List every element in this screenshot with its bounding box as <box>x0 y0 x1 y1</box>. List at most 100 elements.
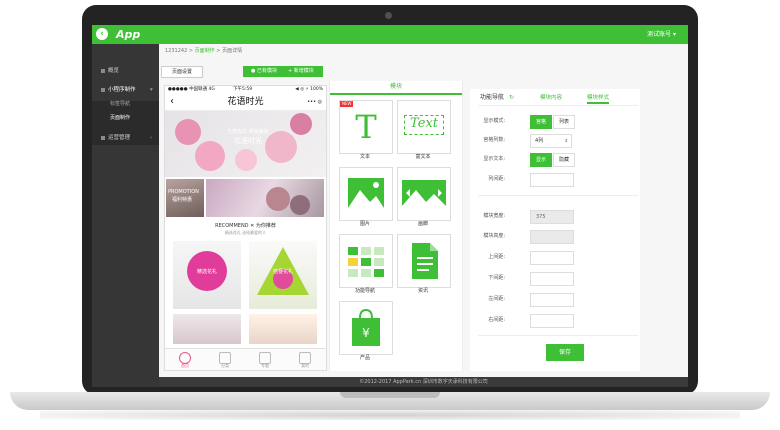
settings-area: 功能导航 ↻ 模块内容 模块样式 显示模式: 宫格 列表 宫格列数: 4列 ⇕ … <box>463 81 688 377</box>
text-icon: T <box>355 108 377 146</box>
width-label: 模块宽度: <box>483 213 505 219</box>
bottom-gap-label: 下间距: <box>488 275 505 281</box>
sidebar-sub-pagemaking[interactable]: 页面制作 <box>110 114 130 123</box>
grid-nav-icon <box>348 247 384 277</box>
banner-caption: 生若有花 便有美好 花语时光 <box>213 129 283 146</box>
promotion-label: PROMOTION <box>168 189 199 195</box>
sidebar-item-label: 概览 <box>108 68 120 74</box>
block-tile-label: 富文本 <box>415 154 431 160</box>
sidebar-sub-tabnav[interactable]: 标签导航 <box>110 100 130 109</box>
display-mode-label: 显示模式: <box>483 118 505 124</box>
phone-status-bar: ●●●●● 中国联通 4G 下午5:59 ◀ ◎ ⚡ 100% <box>165 86 326 94</box>
banner-image[interactable]: 生若有花 便有美好 花语时光 <box>165 111 326 177</box>
back-arrow-icon[interactable]: ‹ <box>96 28 108 40</box>
block-tile-label: 资讯 <box>417 288 428 294</box>
account-menu[interactable]: 测试账号 ▾ <box>647 29 676 40</box>
product-card-label: 精选花礼 <box>196 269 217 275</box>
show-text-on-button[interactable]: 显示 <box>530 153 552 167</box>
phone-nav-bar: ‹ 花语时光 ••• ◎ <box>165 94 326 111</box>
width-value: 375 <box>536 214 546 220</box>
right-gap-label: 右间距: <box>488 317 505 323</box>
refresh-icon[interactable]: ↻ <box>509 94 514 102</box>
chevron-right-icon: › <box>150 135 153 141</box>
product-card[interactable]: 精选花礼 <box>173 241 241 309</box>
phone-preview: ●●●●● 中国联通 4G 下午5:59 ◀ ◎ ⚡ 100% ‹ 花语时光 •… <box>164 85 327 371</box>
block-tile-label: 功能导航 <box>354 288 375 294</box>
document-icon <box>412 243 438 279</box>
sidebar: 概览 小程序制作 ▾ 标签导航 页面制作 运营管理 › <box>92 44 159 387</box>
svg-text:¥: ¥ <box>362 326 370 340</box>
settings-title: 功能导航 <box>480 94 505 101</box>
product-card[interactable] <box>249 314 317 344</box>
chevron-down-icon: ▾ <box>150 87 153 93</box>
overview-icon <box>101 69 105 73</box>
laptop-shadow <box>40 410 740 420</box>
phone-clock: 下午5:59 <box>233 87 253 92</box>
product-card[interactable] <box>173 314 241 344</box>
tab-mine[interactable]: 我的 <box>285 349 325 370</box>
mode-grid-button[interactable]: 宫格 <box>530 115 552 129</box>
columns-select[interactable]: 4列 ⇕ <box>530 134 572 148</box>
existing-blocks-button[interactable]: ● 已有模块 <box>251 66 277 77</box>
breadcrumb-id: 1231242 <box>165 48 188 54</box>
save-button[interactable]: 保存 <box>546 344 584 361</box>
shopping-bag-icon: ¥ <box>352 308 380 346</box>
columns-label: 宫格列数: <box>483 137 505 143</box>
phone-page-title: 花语时光 <box>227 97 264 107</box>
height-input <box>530 230 574 244</box>
block-tile-gallery[interactable] <box>397 167 451 221</box>
back-icon[interactable]: ‹ <box>170 94 174 110</box>
footer: ©2012-2017 AppPark.cn 深圳市数字天承科技有限公司 <box>159 377 688 387</box>
tab-home[interactable]: 首页 <box>165 349 205 370</box>
chevron-updown-icon: ⇕ <box>564 138 568 143</box>
promotion-banner-2[interactable] <box>206 179 324 217</box>
product-card-label: 桔梗花礼 <box>272 269 293 275</box>
top-gap-input[interactable] <box>530 251 574 265</box>
block-tile-label: 画廊 <box>417 221 428 227</box>
block-library-title[interactable]: 模块 <box>330 81 462 95</box>
block-tile-richtext[interactable]: Text <box>397 100 451 154</box>
operations-icon <box>101 136 105 140</box>
block-tile-text[interactable]: NEW T <box>339 100 393 154</box>
promotion-tile[interactable]: PROMOTION 福利特惠 <box>166 179 204 217</box>
block-tile-product[interactable]: ¥ <box>339 301 393 355</box>
bottom-gap-input[interactable] <box>530 272 574 286</box>
block-library: 模块 NEW T 文本 Text 富文本 图片 画廊 功能导航 资讯 ¥ 产品 <box>329 81 463 371</box>
richtext-icon: Text <box>410 116 438 131</box>
settings-panel: 功能导航 ↻ 模块内容 模块样式 显示模式: 宫格 列表 宫格列数: 4列 ⇕ … <box>470 89 640 371</box>
flower-shape <box>235 149 257 171</box>
block-tile-news[interactable] <box>397 234 451 288</box>
show-text-off-button[interactable]: 隐藏 <box>553 153 575 167</box>
breadcrumb-pagemaking[interactable]: 页面制作 <box>195 48 215 54</box>
tab-topic[interactable]: 专题 <box>245 349 285 370</box>
tab-label: 专题 <box>261 363 269 368</box>
block-toolbar: ● 已有模块 + 新增模块 <box>243 66 323 77</box>
promotion-sub: 福利特惠 <box>172 197 193 203</box>
tab-block-style[interactable]: 模块样式 <box>587 94 610 104</box>
mode-list-button[interactable]: 列表 <box>553 115 575 129</box>
breadcrumb-sep: > <box>188 48 194 54</box>
add-block-button[interactable]: + 新增模块 <box>288 66 314 77</box>
left-gap-input[interactable] <box>530 293 574 307</box>
app-logo[interactable]: App <box>116 27 140 42</box>
tab-category[interactable]: 分类 <box>205 349 245 370</box>
more-menu-icon[interactable]: ••• ◎ <box>307 94 322 110</box>
width-input: 375 <box>530 210 574 224</box>
product-card[interactable]: 桔梗花礼 <box>249 241 317 309</box>
screen: ‹ App 测试账号 ▾ 概览 小程序制作 ▾ 标签导航 页面制作 运营管理 ›… <box>92 25 688 387</box>
tab-label: 分类 <box>221 363 229 368</box>
laptop-notch <box>340 392 440 398</box>
page-settings-button[interactable]: 页面设置 <box>161 66 203 78</box>
sidebar-item-label: 运营管理 <box>108 135 131 141</box>
top-bar: ‹ App 测试账号 ▾ <box>92 25 688 44</box>
banner-line-2: 花语时光 <box>234 137 262 145</box>
block-tile-funcnav[interactable] <box>339 234 393 288</box>
miniprogram-icon <box>101 88 105 92</box>
col-gap-input[interactable] <box>530 173 574 187</box>
left-gap-label: 左间距: <box>488 296 505 302</box>
sidebar-item-label: 小程序制作 <box>108 87 136 93</box>
block-tile-image[interactable] <box>339 167 393 221</box>
right-gap-input[interactable] <box>530 314 574 328</box>
gallery-icon <box>402 180 446 206</box>
tab-block-content[interactable]: 模块内容 <box>540 94 562 102</box>
